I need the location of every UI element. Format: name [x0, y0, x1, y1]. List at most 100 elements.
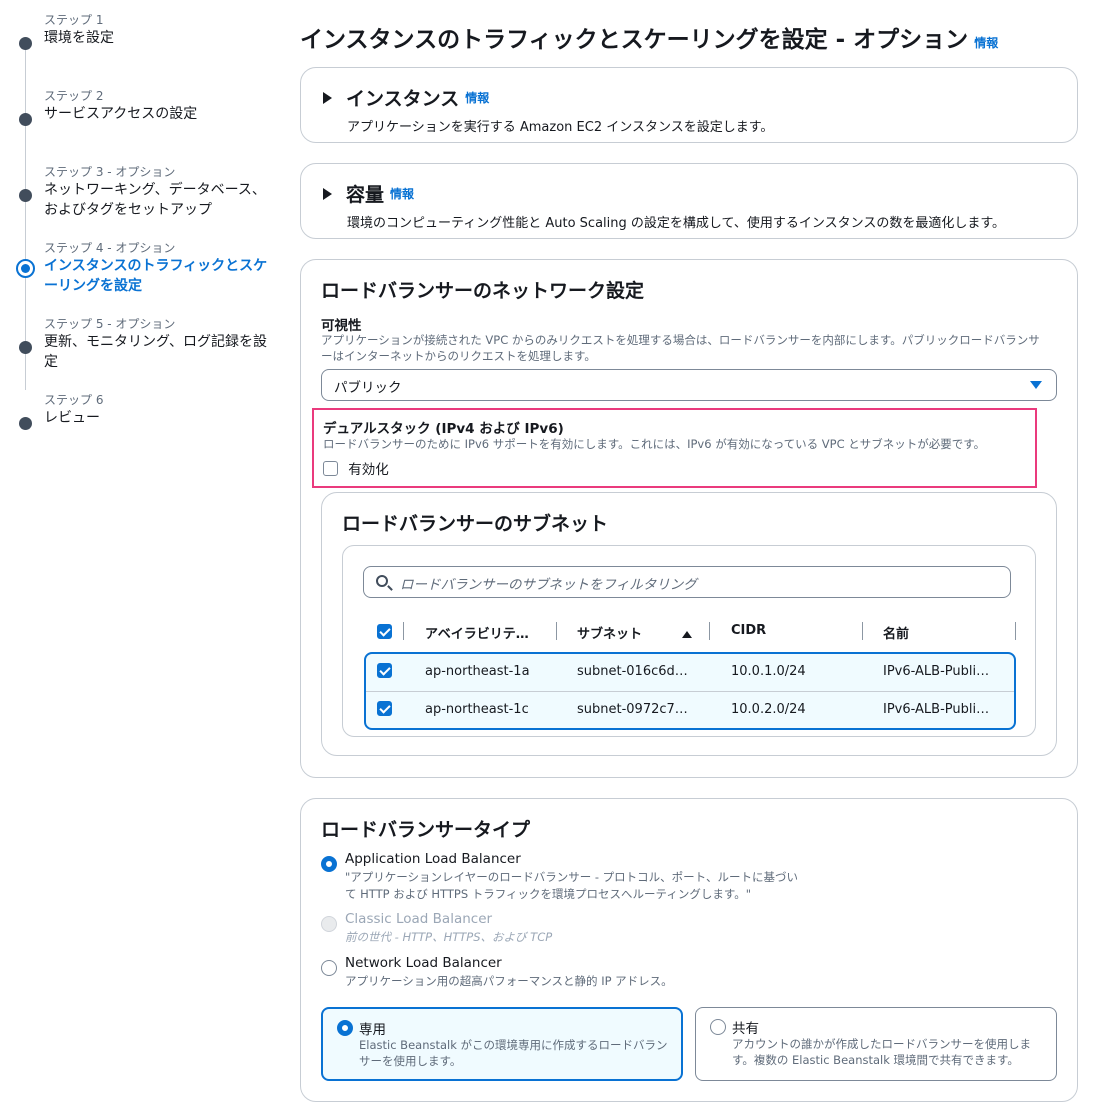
step-6[interactable]: ステップ 6 レビュー — [16, 390, 278, 466]
dualstack-highlight-box: デュアルスタック (IPv4 および IPv6) ロードバランサーのために IP… — [312, 408, 1037, 488]
caret-down-icon — [1030, 381, 1042, 389]
column-header-cidr[interactable]: CIDR — [731, 623, 766, 638]
step-number: ステップ 3 - オプション — [44, 165, 176, 179]
subnet-filter-input[interactable]: ロードバランサーのサブネットをフィルタリング — [363, 566, 1011, 598]
cell-name: IPv6-ALB-Publi… — [883, 664, 990, 679]
step-title[interactable]: 環境を設定 — [44, 28, 278, 48]
instances-info-link[interactable]: 情報 — [465, 89, 489, 106]
row-checkbox[interactable] — [377, 701, 392, 716]
page-title: インスタンスのトラフィックとスケーリングを設定 - オプション 情報 — [300, 20, 998, 54]
column-divider[interactable] — [556, 622, 557, 640]
dualstack-enable-option[interactable]: 有効化 — [323, 458, 389, 478]
capacity-info-link[interactable]: 情報 — [390, 185, 414, 202]
alb-label[interactable]: Application Load Balancer — [345, 851, 521, 867]
dualstack-checkbox[interactable] — [323, 460, 338, 476]
tile-dedicated[interactable]: 専用 Elastic Beanstalk がこの環境専用に作成するロードバランサ… — [321, 1007, 683, 1081]
table-row[interactable]: ap-northeast-1c subnet-0972c7… 10.0.2.0/… — [366, 691, 1014, 728]
column-header-name[interactable]: 名前 — [883, 623, 909, 642]
step-indicator-icon — [19, 417, 32, 430]
visibility-label: 可視性 — [321, 318, 362, 334]
radio-option-clb: Classic Load Balancer 前の世代 - HTTP、HTTPS、… — [321, 911, 552, 944]
lb-subnets-container: ロードバランサーのサブネット ロードバランサーのサブネットをフィルタリング アベ… — [321, 492, 1057, 756]
column-divider[interactable] — [862, 622, 863, 640]
page-title-text: インスタンスのトラフィックとスケーリングを設定 - オプション — [300, 27, 969, 53]
shared-radio[interactable] — [710, 1019, 726, 1035]
dualstack-checkbox-label[interactable]: 有効化 — [348, 462, 389, 478]
nlb-label[interactable]: Network Load Balancer — [345, 955, 502, 971]
column-divider[interactable] — [403, 622, 404, 640]
lb-network-section: ロードバランサーのネットワーク設定 可視性 アプリケーションが接続された VPC… — [300, 259, 1078, 778]
step-number: ステップ 4 - オプション — [44, 241, 176, 255]
step-number: ステップ 6 — [44, 393, 104, 407]
page-info-link[interactable]: 情報 — [974, 36, 998, 50]
clb-label: Classic Load Balancer — [345, 911, 493, 927]
step-number: ステップ 5 - オプション — [44, 317, 176, 331]
instances-description: アプリケーションを実行する Amazon EC2 インスタンスを設定します。 — [347, 120, 774, 135]
clb-radio-disabled — [321, 915, 337, 932]
shared-description: アカウントの誰かが作成したロードバランサーを使用します。複数の Elastic … — [732, 1037, 1031, 1067]
cell-subnet: subnet-0972c7… — [577, 702, 688, 717]
step-title[interactable]: レビュー — [44, 408, 278, 428]
shared-label[interactable]: 共有 — [732, 1017, 759, 1037]
step-number: ステップ 1 — [44, 13, 104, 27]
step-indicator-icon — [19, 113, 32, 126]
column-header-subnet[interactable]: サブネット — [577, 623, 693, 642]
clb-description: 前の世代 - HTTP、HTTPS、および TCP — [345, 930, 553, 944]
step-indicator-icon — [19, 341, 32, 354]
capacity-section[interactable]: 容量 情報 環境のコンピューティング性能と Auto Scaling の設定を構… — [300, 163, 1078, 239]
dedicated-label[interactable]: 専用 — [359, 1018, 386, 1038]
cell-az: ap-northeast-1a — [425, 664, 530, 679]
dualstack-description: ロードバランサーのために IPv6 サポートを有効にします。これには、IPv6 … — [323, 437, 986, 451]
capacity-description: 環境のコンピューティング性能と Auto Scaling の設定を構成して、使用… — [347, 216, 1006, 231]
step-indicator-icon — [19, 189, 32, 202]
select-all-checkbox[interactable] — [377, 624, 392, 639]
step-number: ステップ 2 — [44, 89, 104, 103]
subnet-filter-placeholder: ロードバランサーのサブネットをフィルタリング — [400, 577, 697, 593]
row-checkbox[interactable] — [377, 663, 392, 678]
step-4-current[interactable]: ステップ 4 - オプション インスタンスのトラフィックとスケーリングを設定 — [16, 238, 278, 314]
step-title[interactable]: 更新、モニタリング、ログ記録を設定 — [44, 332, 278, 372]
tile-shared[interactable]: 共有 アカウントの誰かが作成したロードバランサーを使用します。複数の Elast… — [695, 1007, 1057, 1081]
alb-radio[interactable] — [321, 855, 337, 872]
step-3[interactable]: ステップ 3 - オプション ネットワーキング、データベース、およびタグをセット… — [16, 162, 278, 238]
step-2[interactable]: ステップ 2 サービスアクセスの設定 — [16, 86, 278, 162]
nlb-description: アプリケーション用の超高パフォーマンスと静的 IP アドレス。 — [345, 974, 673, 988]
step-title: インスタンスのトラフィックとスケーリングを設定 — [44, 258, 268, 294]
column-header-subnet-label: サブネット — [577, 627, 643, 642]
step-1[interactable]: ステップ 1 環境を設定 — [16, 10, 278, 86]
cell-subnet: subnet-016c6d… — [577, 664, 688, 679]
visibility-description: アプリケーションが接続された VPC からのみリクエストを処理する場合は、ロード… — [321, 333, 1040, 363]
capacity-title: 容量 — [346, 184, 385, 206]
instances-section[interactable]: インスタンス 情報 アプリケーションを実行する Amazon EC2 インスタン… — [300, 67, 1078, 143]
search-icon — [376, 575, 388, 587]
step-5[interactable]: ステップ 5 - オプション 更新、モニタリング、ログ記録を設定 — [16, 314, 278, 390]
table-row[interactable]: ap-northeast-1a subnet-016c6d… 10.0.1.0/… — [366, 654, 1014, 691]
visibility-select[interactable]: パブリック — [321, 369, 1057, 401]
lb-type-section: ロードバランサータイプ Application Load Balancer "ア… — [300, 798, 1078, 1102]
column-header-az[interactable]: アベイラビリテ… — [425, 623, 529, 642]
visibility-selected-value: パブリック — [334, 380, 402, 396]
alb-description: "アプリケーションレイヤーのロードバランサー - プロトコル、ポート、ルートに基… — [345, 870, 798, 901]
cell-cidr: 10.0.1.0/24 — [731, 664, 806, 679]
radio-option-nlb[interactable]: Network Load Balancer アプリケーション用の超高パフォーマン… — [321, 955, 673, 988]
cell-cidr: 10.0.2.0/24 — [731, 702, 806, 717]
nlb-radio[interactable] — [321, 959, 337, 976]
lb-type-title: ロードバランサータイプ — [321, 819, 531, 841]
dedicated-description: Elastic Beanstalk がこの環境専用に作成するロードバランサーを使… — [359, 1038, 668, 1068]
wizard-steps: ステップ 1 環境を設定 ステップ 2 サービスアクセスの設定 ステップ 3 -… — [16, 10, 278, 466]
column-divider[interactable] — [709, 622, 710, 640]
lb-network-title: ロードバランサーのネットワーク設定 — [321, 280, 645, 302]
caret-right-icon[interactable] — [323, 91, 332, 104]
sort-ascending-icon[interactable] — [682, 631, 693, 638]
step-title[interactable]: ネットワーキング、データベース、およびタグをセットアップ — [44, 180, 278, 220]
radio-option-alb[interactable]: Application Load Balancer "アプリケーションレイヤーの… — [321, 851, 798, 901]
capacity-header[interactable]: 容量 情報 — [323, 180, 414, 207]
step-title[interactable]: サービスアクセスの設定 — [44, 104, 278, 124]
lb-subnets-title: ロードバランサーのサブネット — [342, 513, 609, 535]
caret-right-icon[interactable] — [323, 187, 332, 200]
column-divider[interactable] — [1015, 622, 1016, 640]
dedicated-radio[interactable] — [337, 1020, 353, 1036]
instances-header[interactable]: インスタンス 情報 — [323, 84, 489, 111]
cell-az: ap-northeast-1c — [425, 702, 529, 717]
instances-title: インスタンス — [346, 88, 460, 110]
